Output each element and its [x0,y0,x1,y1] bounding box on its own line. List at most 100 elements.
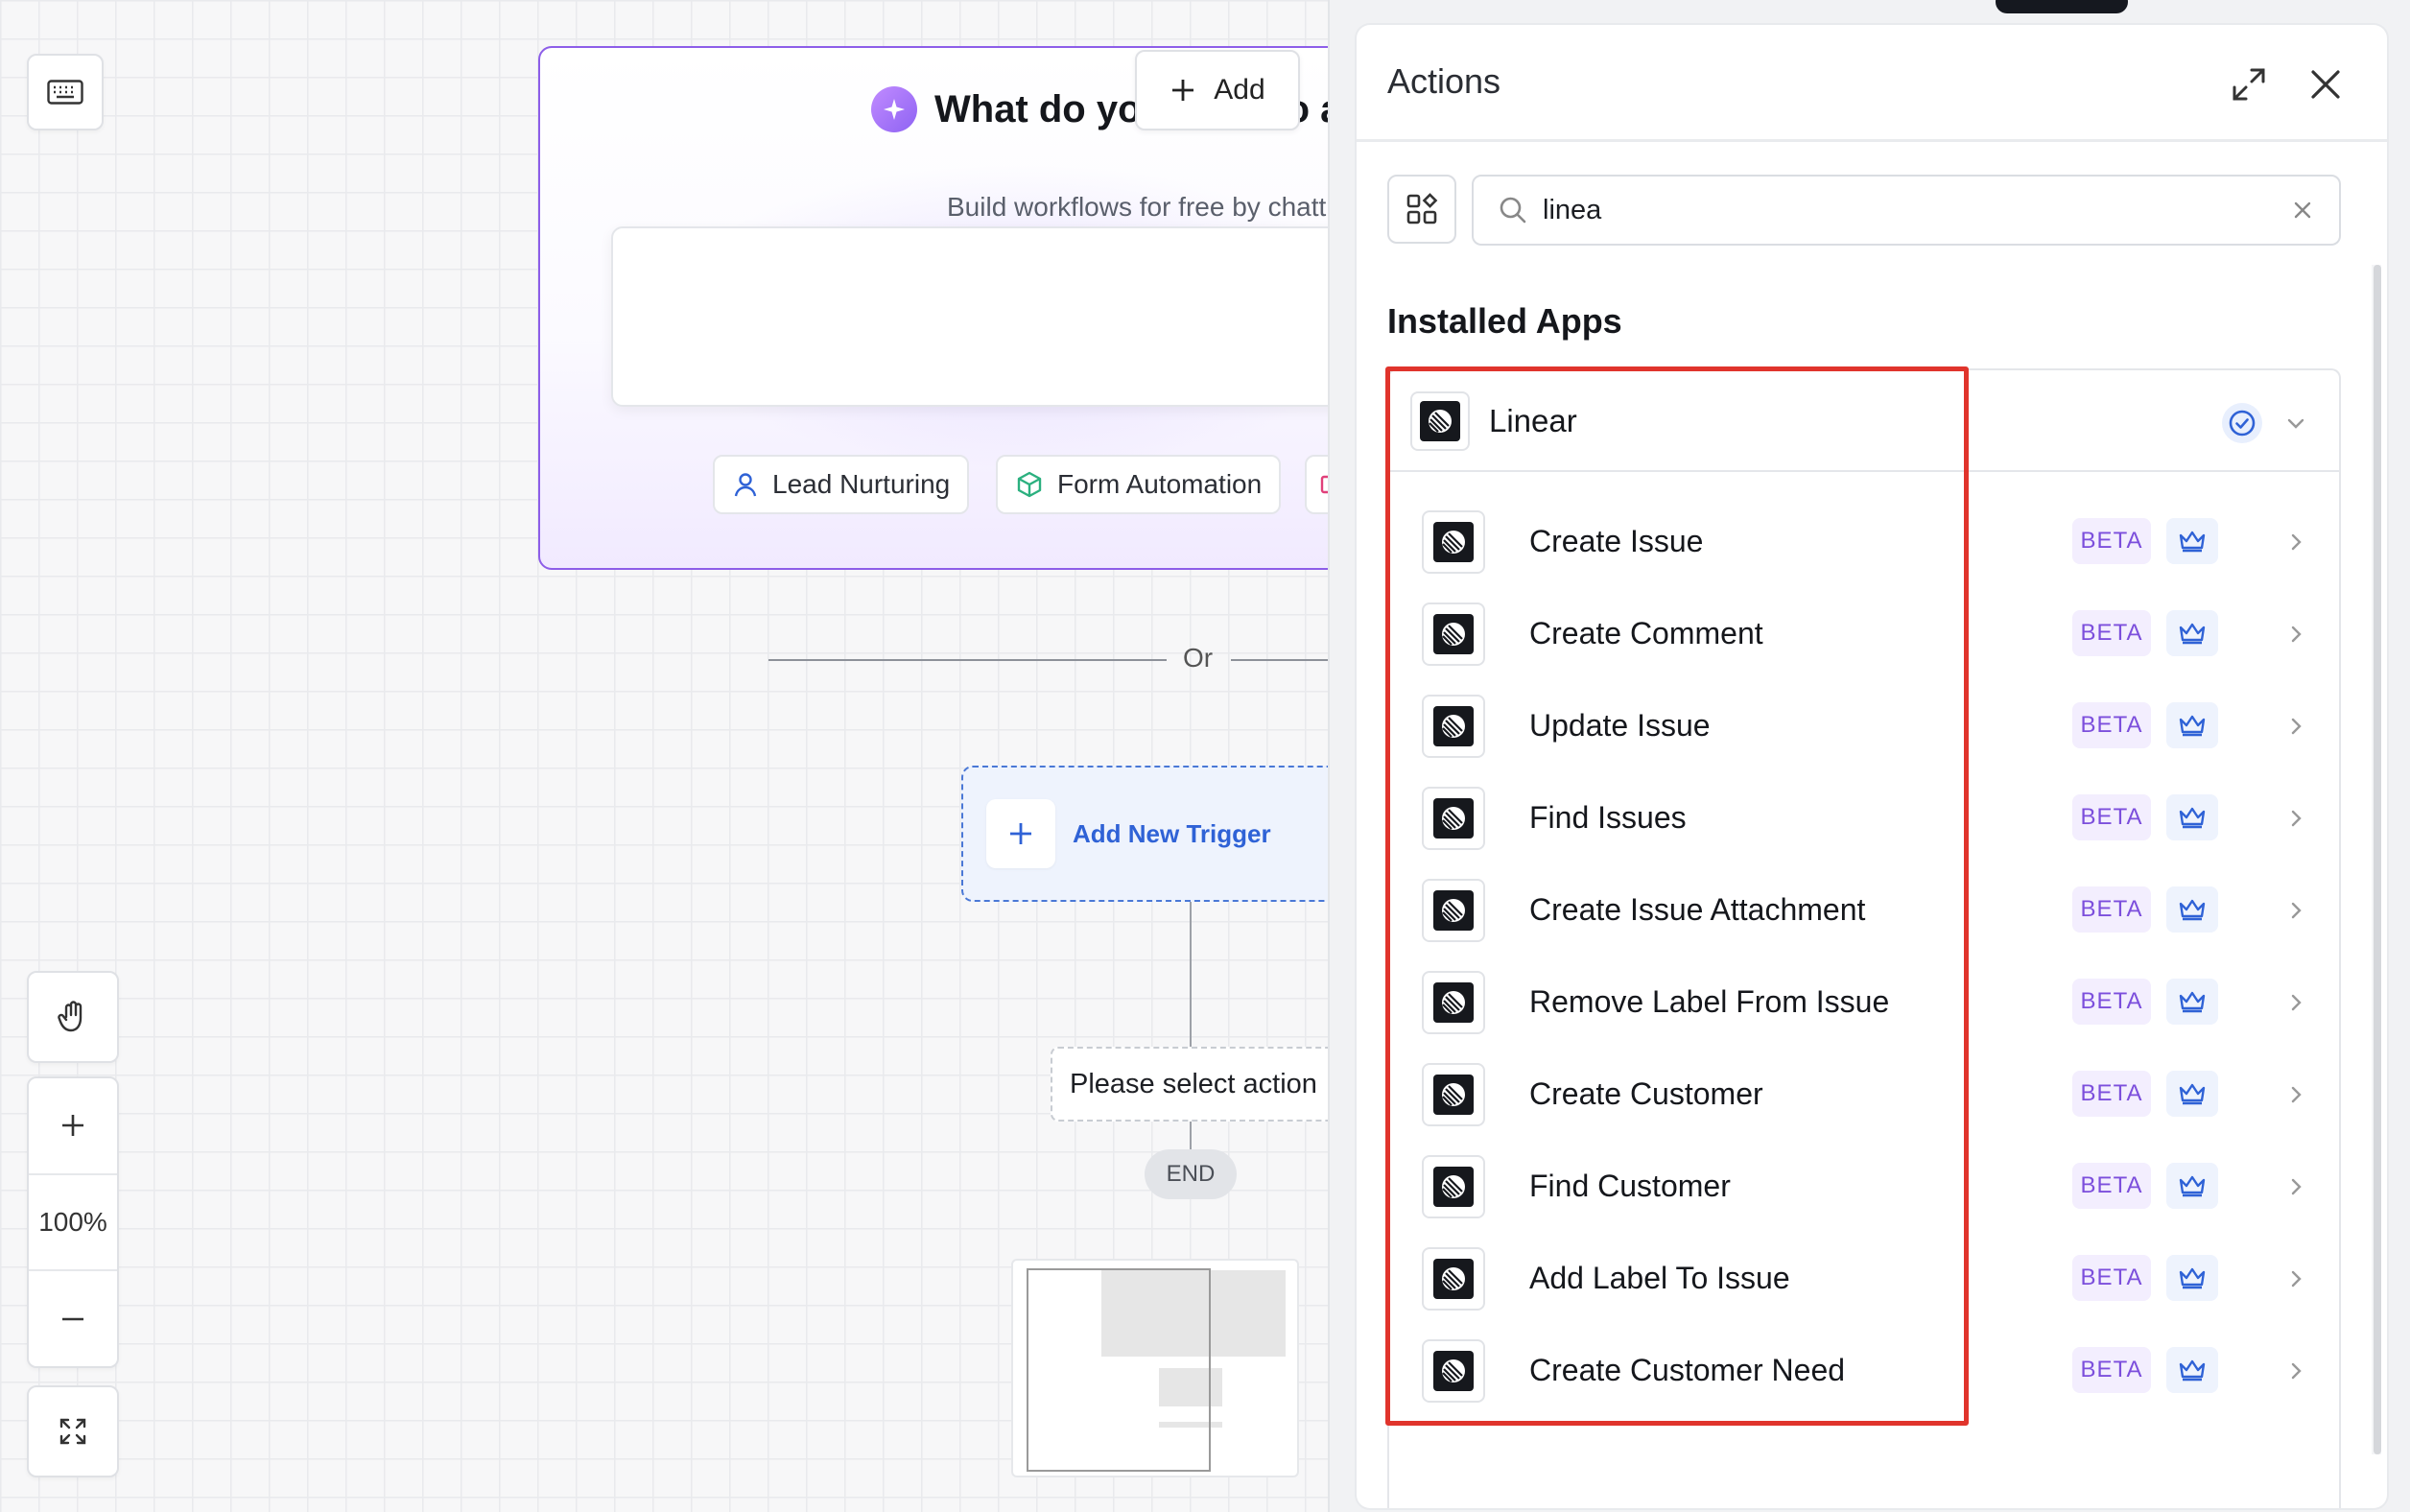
panel-title: Actions [1387,61,1501,101]
beta-badge: BETA [2072,1163,2151,1209]
ai-prompt-input[interactable] [611,226,1328,407]
chevron-right-icon [2281,620,2310,649]
chevron-right-icon [2281,1172,2310,1201]
crown-icon [2166,979,2218,1025]
pan-tool-button[interactable] [27,971,119,1063]
hand-icon [58,1001,83,1032]
action-row[interactable]: Create Customer BETA [1389,1050,2339,1142]
linear-logo-icon [1422,1063,1485,1126]
fit-view-icon [59,1418,86,1445]
plus-icon [62,1115,83,1137]
action-row[interactable]: Find Customer BETA [1389,1142,2339,1234]
action-row[interactable]: Add Label To Issue BETA [1389,1234,2339,1326]
crown-icon [2166,794,2218,840]
chevron-right-icon [2281,1357,2310,1385]
beta-badge: BETA [2072,702,2151,748]
keyboard-icon [47,80,83,105]
linear-logo-icon [1422,1155,1485,1218]
action-row[interactable]: Create Issue BETA [1389,497,2339,589]
crown-icon [2166,886,2218,933]
plus-icon [986,799,1055,868]
or-divider: Or [768,641,1328,679]
search-field[interactable] [1472,175,2341,246]
workflow-canvas[interactable]: What do you want to automate? Build work… [0,0,1330,1512]
apps-grid-button[interactable] [1387,175,1456,244]
beta-badge: BETA [2072,1347,2151,1393]
crown-icon [2166,518,2218,564]
trigger-label: Add New Trigger [1073,818,1271,848]
chip-more[interactable] [1305,455,1328,514]
crown-icon [2166,1071,2218,1117]
chevron-right-icon [2281,988,2310,1017]
app-header-linear[interactable]: Linear [1389,370,2339,472]
crown-icon [2166,1255,2218,1301]
user-icon [734,473,757,497]
chip-lead-nurturing[interactable]: Lead Nurturing [713,455,970,514]
cube-icon [1017,471,1042,498]
action-label: Remove Label From Issue [1529,984,1890,1019]
action-row[interactable]: Find Issues BETA [1389,773,2339,865]
apps-grid-icon [1406,193,1438,224]
end-node: END [1145,1149,1237,1199]
linear-logo-icon [1422,510,1485,574]
minimap[interactable] [1011,1259,1299,1477]
close-button[interactable] [2303,61,2349,107]
minimap-viewport[interactable] [1027,1268,1211,1472]
beta-badge: BETA [2072,886,2151,933]
beta-badge: BETA [2072,794,2151,840]
chevron-right-icon [2281,896,2310,925]
action-row[interactable]: Create Issue Attachment BETA [1389,865,2339,957]
action-label: Create Customer [1529,1076,1763,1111]
zoom-out-button[interactable] [29,1269,117,1366]
action-label: Create Issue Attachment [1529,892,1866,927]
app-name: Linear [1489,403,1577,438]
linear-logo-icon [1422,602,1485,666]
close-icon [2311,70,2340,99]
linear-logo-icon [1410,391,1470,451]
beta-badge: BETA [2072,610,2151,656]
fit-view-button[interactable] [27,1385,119,1477]
app-group-linear: Linear Create Issue BETA Create Comment … [1387,368,2341,1508]
chevron-right-icon [2281,1264,2310,1293]
top-toolbar-pill[interactable] [1996,0,2128,13]
mail-icon [1320,475,1328,494]
crown-icon [2166,702,2218,748]
installed-apps-heading: Installed Apps [1387,301,1622,341]
beta-badge: BETA [2072,1255,2151,1301]
beta-badge: BETA [2072,1071,2151,1117]
linear-logo-icon [1422,1339,1485,1403]
action-row[interactable]: Update Issue BETA [1389,681,2339,773]
select-action-node[interactable]: Please select action [1051,1047,1328,1122]
action-label: Create Customer Need [1529,1353,1846,1387]
scrollbar-thumb[interactable] [2374,265,2381,1454]
beta-badge: BETA [2072,518,2151,564]
search-input[interactable] [1543,194,2258,226]
action-label: Find Issues [1529,800,1687,835]
chip-form-automation[interactable]: Form Automation [996,455,1282,514]
add-button[interactable]: Add [1135,50,1300,130]
expand-button[interactable] [2226,61,2272,107]
crown-icon [2166,610,2218,656]
chevron-down-icon[interactable] [2281,409,2310,437]
linear-logo-icon [1422,787,1485,850]
panel-header: Actions [1357,25,2387,142]
action-label: Update Issue [1529,708,1711,743]
add-new-trigger-node[interactable]: Add New Trigger [961,766,1328,902]
action-label: Find Customer [1529,1169,1731,1203]
action-label: Create Comment [1529,616,1763,650]
linear-logo-icon [1422,879,1485,942]
sparkle-icon [871,86,917,132]
action-row[interactable]: Create Comment BETA [1389,589,2339,681]
action-row[interactable]: Remove Label From Issue BETA [1389,957,2339,1050]
chevron-right-icon [2281,804,2310,833]
divider-line [768,659,1167,661]
divider-line [1231,659,1328,661]
zoom-controls: 100% [27,1076,119,1368]
clear-search-button[interactable] [2274,181,2331,239]
action-row[interactable]: Create Customer Need BETA [1389,1326,2339,1418]
search-icon [1500,197,1526,224]
zoom-in-button[interactable] [29,1078,117,1173]
connector-line [1190,1122,1192,1150]
keyboard-shortcuts-button[interactable] [27,54,104,130]
check-circle-icon [2222,403,2262,443]
